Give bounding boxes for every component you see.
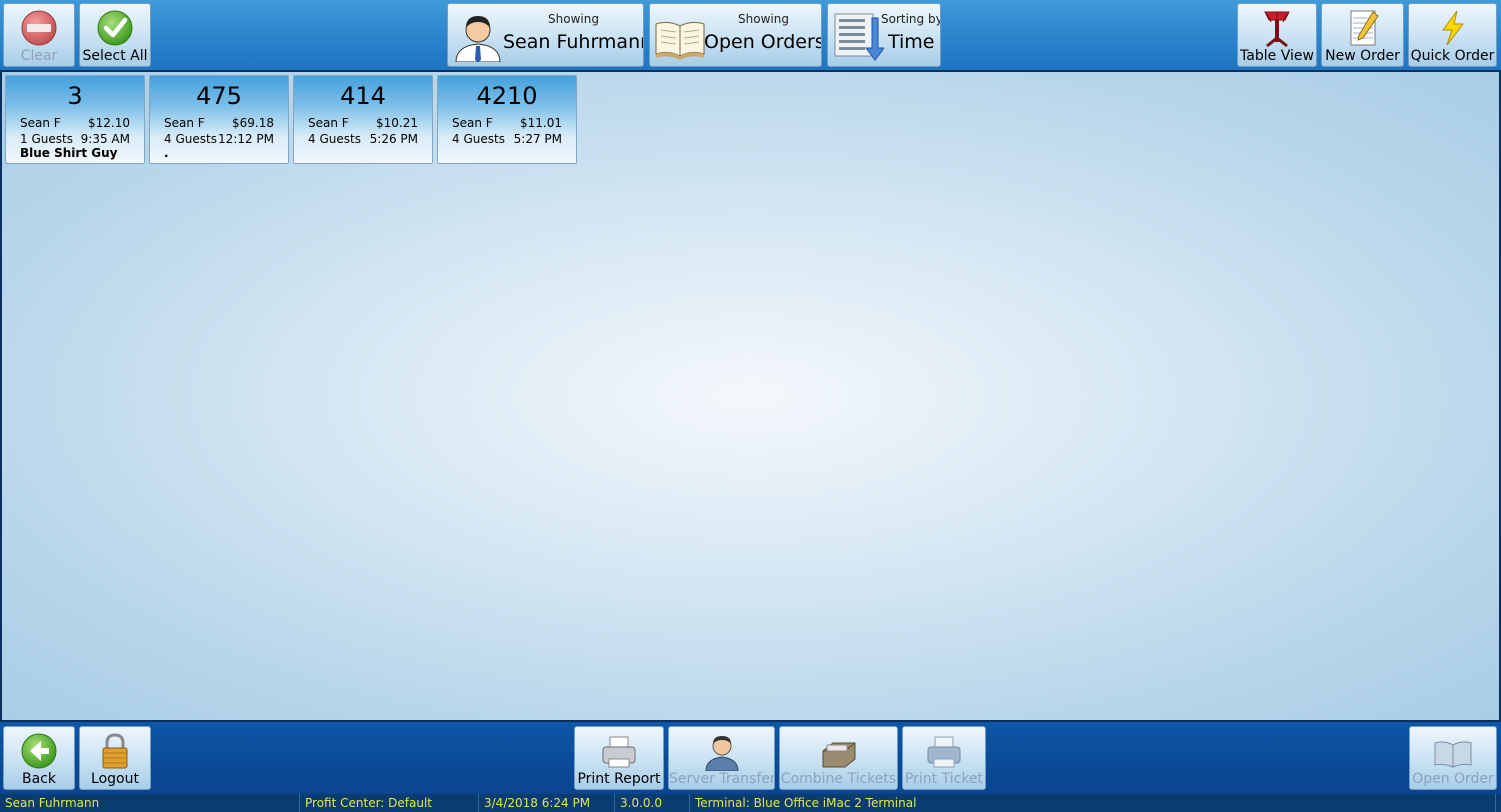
quick-order-button[interactable]: Quick Order — [1408, 3, 1497, 67]
status-bar: Sean Fuhrmann Profit Center: Default 3/4… — [0, 794, 1501, 812]
clear-label: Clear — [20, 48, 58, 64]
back-button[interactable]: Back — [3, 726, 75, 790]
server-transfer-label: Server Transfer — [669, 771, 775, 787]
ticket-guests: 4 Guests — [452, 132, 505, 146]
no-entry-icon — [21, 10, 57, 46]
ticket-guests: 1 Guests — [20, 132, 73, 146]
open-book-icon — [1434, 741, 1472, 768]
ticket-server: Sean F — [20, 116, 61, 130]
ticket-time: 9:35 AM — [80, 132, 130, 146]
ticket-server: Sean F — [308, 116, 349, 130]
open-order-label: Open Order — [1412, 771, 1494, 787]
ticket-note: Blue Shirt Guy — [20, 146, 118, 160]
notepad-pencil-icon — [1350, 10, 1379, 46]
print-report-button[interactable]: Print Report — [574, 726, 664, 790]
sort-list-icon — [834, 13, 884, 61]
server-transfer-button[interactable]: Server Transfer — [668, 726, 775, 790]
ticket-number: 3 — [67, 82, 83, 110]
ticket-card[interactable]: 3 Sean F $12.10 1 Guests 9:35 AM Blue Shir… — [5, 75, 145, 164]
ticket-time: 5:27 PM — [513, 132, 562, 146]
ticket-total: $10.21 — [376, 116, 418, 130]
sort-caption: Sorting by — [881, 12, 941, 26]
checkmark-icon — [97, 10, 133, 46]
ticket-total: $69.18 — [232, 116, 274, 130]
open-book-icon — [655, 21, 705, 60]
combine-tickets-label: Combine Tickets — [780, 771, 897, 787]
inbox-tray-icon — [822, 742, 855, 768]
table-icon — [1264, 11, 1290, 48]
person-icon — [455, 16, 501, 62]
ticket-number: 475 — [196, 82, 242, 110]
ticket-number: 414 — [340, 82, 386, 110]
ticket-server: Sean F — [164, 116, 205, 130]
status-datetime: 3/4/2018 6:24 PM — [479, 794, 615, 812]
ticket-number: 4210 — [476, 82, 538, 110]
quick-order-label: Quick Order — [1410, 48, 1495, 64]
status-profit-center: Profit Center: Default — [300, 794, 479, 812]
back-label: Back — [22, 771, 56, 787]
order-filter-value: Open Orders — [704, 31, 822, 53]
print-ticket-label: Print Ticket — [904, 771, 984, 787]
table-view-button[interactable]: Table View — [1237, 3, 1317, 67]
print-ticket-button[interactable]: Print Ticket — [902, 726, 986, 790]
sort-button[interactable]: Sorting by Time — [827, 3, 941, 67]
ticket-card[interactable]: 4210 Sean F $11.01 4 Guests 5:27 PM — [437, 75, 577, 164]
combine-tickets-button[interactable]: Combine Tickets — [779, 726, 898, 790]
ticket-total: $12.10 — [88, 116, 130, 130]
server-filter-button[interactable]: Showing Sean Fuhrmann — [447, 3, 644, 67]
order-filter-button[interactable]: Showing Open Orders — [649, 3, 822, 67]
open-order-button[interactable]: Open Order — [1409, 726, 1497, 790]
select-all-label: Select All — [82, 48, 148, 64]
ticket-total: $11.01 — [520, 116, 562, 130]
status-user: Sean Fuhrmann — [0, 794, 300, 812]
ticket-note: . — [164, 146, 169, 160]
padlock-icon — [102, 733, 128, 769]
sort-value: Time — [888, 31, 935, 53]
ticket-time: 12:12 PM — [218, 132, 274, 146]
order-filter-caption: Showing — [738, 12, 789, 26]
server-filter-value: Sean Fuhrmann — [503, 31, 644, 53]
ticket-time: 5:26 PM — [369, 132, 418, 146]
logout-button[interactable]: Logout — [79, 726, 151, 790]
ticket-card[interactable]: 475 Sean F $69.18 4 Guests 12:12 PM . — [149, 75, 289, 164]
clear-button[interactable]: Clear — [3, 3, 75, 67]
ticket-server: Sean F — [452, 116, 493, 130]
top-toolbar: Clear Select All Showing Sean Fuhrmann S… — [0, 0, 1501, 70]
status-version: 3.0.0.0 — [615, 794, 690, 812]
ticket-card[interactable]: 414 Sean F $10.21 4 Guests 5:26 PM — [293, 75, 433, 164]
lightning-icon — [1441, 10, 1464, 46]
select-all-button[interactable]: Select All — [79, 3, 151, 67]
new-order-button[interactable]: New Order — [1321, 3, 1404, 67]
printer-icon — [602, 736, 636, 768]
ticket-area: 3 Sean F $12.10 1 Guests 9:35 AM Blue Shir… — [0, 70, 1501, 722]
back-arrow-icon — [21, 733, 57, 769]
server-filter-caption: Showing — [548, 12, 599, 26]
ticket-guests: 4 Guests — [308, 132, 361, 146]
ticket-guests: 4 Guests — [164, 132, 217, 146]
logout-label: Logout — [91, 771, 139, 787]
print-report-label: Print Report — [577, 771, 661, 787]
bottom-toolbar: Back Logout Print Report Server Transfer — [0, 722, 1501, 794]
status-terminal: Terminal: Blue Office iMac 2 Terminal — [690, 794, 1496, 812]
server-person-icon — [704, 736, 739, 771]
printer-icon — [927, 736, 961, 768]
new-order-label: New Order — [1325, 48, 1400, 64]
table-view-label: Table View — [1240, 48, 1314, 64]
